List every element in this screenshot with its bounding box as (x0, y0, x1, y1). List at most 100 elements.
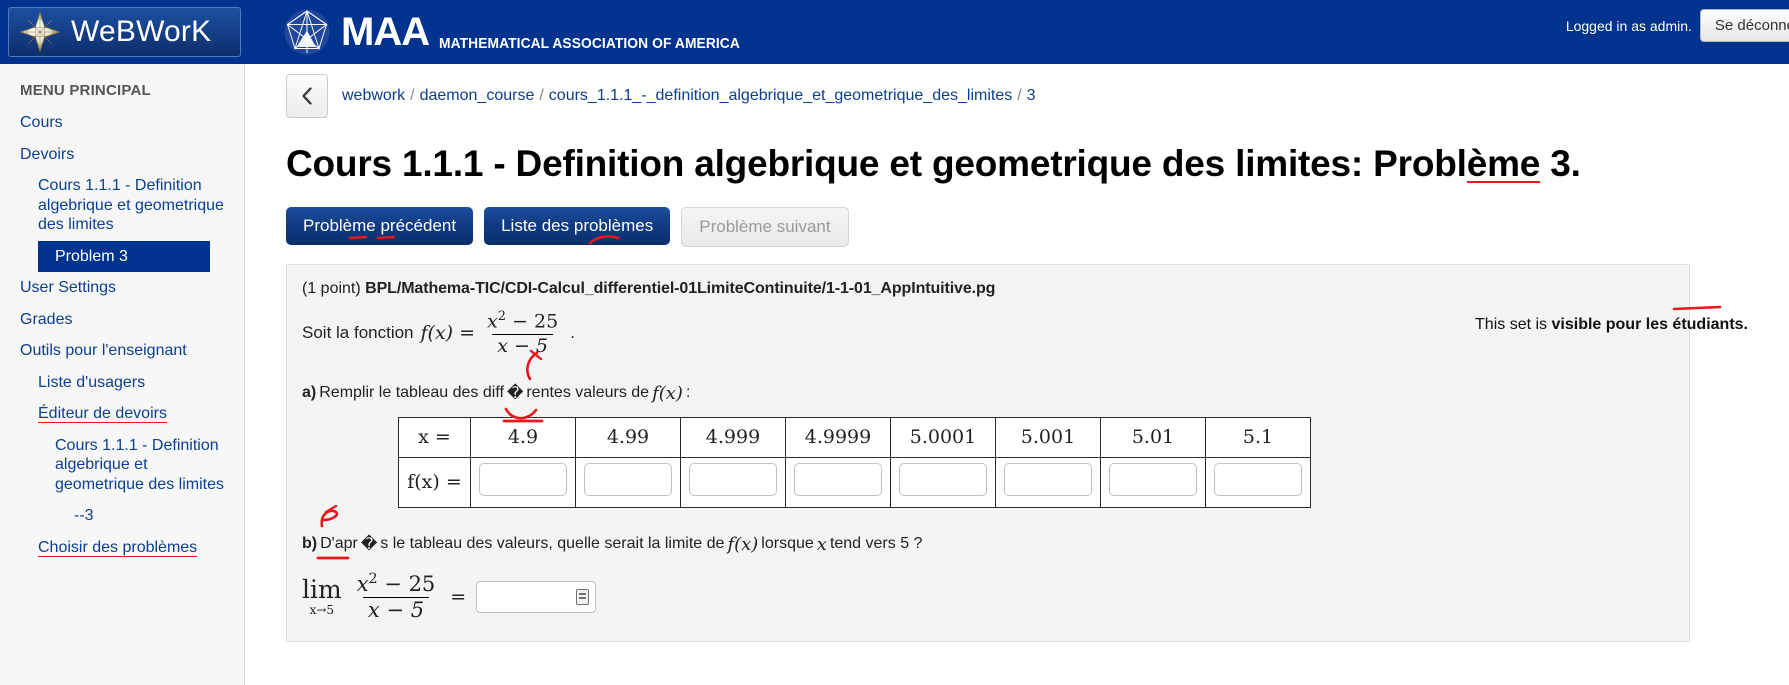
breadcrumb-item-3[interactable]: 3 (1027, 87, 1036, 104)
part-b-math: f(x) (727, 533, 759, 555)
sidebar-item-2[interactable]: Cours 1.1.1 - Definition algebrique et g… (0, 170, 244, 241)
handwritten-accent-b-icon (320, 504, 339, 528)
sidebar: MENU PRINCIPAL Cours Devoirs Cours 1.1.1 -… (0, 64, 245, 685)
fx-input-cell (1205, 456, 1311, 508)
limit-fraction: x2 − 25 x − 5 (352, 571, 441, 623)
part-a-text-after: rentes valeurs de (526, 384, 650, 402)
x-value-cell: 4.999 (680, 416, 786, 458)
fx-answer-input-2[interactable] (689, 463, 777, 497)
fx-answer-input-3[interactable] (794, 463, 882, 497)
sidebar-item-label: Éditeur de devoirs (38, 405, 167, 424)
webwork-star-icon (19, 11, 61, 53)
page-title: Cours 1.1.1 - Definition algebrique et g… (286, 143, 1789, 185)
fx-answer-input-7[interactable] (1214, 463, 1302, 497)
part-b-text-after: s le tableau des valeurs, quelle serait … (380, 535, 725, 553)
problem-list-button[interactable]: Liste des problèmes (484, 207, 671, 245)
part-b-label: b) (302, 535, 318, 553)
webwork-logo[interactable]: WeBWorK (8, 7, 241, 57)
limit-answer-line: lim x→5 x2 − 25 x − 5 = (302, 571, 1689, 623)
part-a-math: f(x) (652, 382, 683, 404)
sidebar-item-10[interactable]: --3 (0, 500, 244, 532)
part-a-label: a) (302, 384, 317, 402)
part-b-math2: x (816, 533, 827, 555)
sidebar-item-label: Cours (20, 114, 63, 131)
page-title-spellmark: ème (1466, 143, 1541, 184)
fx-answer-input-0[interactable] (479, 463, 567, 497)
sidebar-item-5[interactable]: Grades (0, 304, 244, 336)
problem-source-line: (1 point) BPL/Mathema-TIC/CDI-Calcul_dif… (302, 280, 1689, 298)
function-intro-text: Soit la fonction (302, 323, 414, 343)
previous-problem-button[interactable]: Problème précédent (286, 207, 474, 245)
top-bar: WeBWorK MAA MATHEMATICAL ASSOCIATION OF … (0, 0, 1789, 64)
num-rest: − 25 (506, 310, 559, 333)
limit-num-variable: x (356, 571, 369, 596)
breadcrumb: webwork / daemon_course / cours_1.1.1_-_defi… (342, 87, 1036, 105)
back-button[interactable] (286, 74, 328, 118)
sidebar-item-1[interactable]: Devoirs (0, 139, 244, 171)
next-problem-button: Problème suivant (681, 207, 849, 247)
breadcrumb-bar: webwork / daemon_course / cours_1.1.1_-_defi… (245, 64, 1789, 118)
problem-source-file: BPL/Mathema-TIC/CDI-Calcul_differentiel-… (365, 280, 996, 297)
fx-input-cell (890, 456, 996, 508)
sidebar-item-label: Problem 3 (55, 247, 128, 265)
limit-subscript: x→5 (309, 603, 335, 618)
limit-answer-input[interactable] (476, 580, 597, 613)
table-row-x: x = 4.9 4.99 4.999 4.9999 5.0001 5.001 5.01 5.1 (398, 416, 1311, 458)
fx-input-cell (470, 456, 576, 508)
maa-subtitle: MATHEMATICAL ASSOCIATION OF AMERICA (439, 35, 741, 52)
fx-answer-input-6[interactable] (1109, 463, 1197, 497)
fx-answer-input-1[interactable] (584, 463, 672, 497)
chevron-left-icon (302, 87, 312, 105)
part-b-question: b) D'apr � s le tableau des valeurs, quell… (302, 504, 1689, 560)
x-value-cell: 5.0001 (890, 416, 996, 458)
problem-nav-toolbar: Problème précédent Liste des problèmes P… (286, 207, 1789, 247)
fx-answer-input-4[interactable] (899, 463, 987, 497)
fx-input-cell (1100, 456, 1206, 508)
x-value-cell: 4.9999 (785, 416, 891, 458)
den-text: x − 5 (497, 334, 549, 357)
fraction-denominator: x − 5 (492, 333, 554, 357)
sidebar-item-4[interactable]: User Settings (0, 272, 244, 304)
maa-letters: MAA (341, 10, 430, 54)
breadcrumb-item-2[interactable]: cours_1.1.1_-_definition_algebrique_et_g… (549, 87, 1012, 104)
part-b-text-end: tend vers 5 ? (829, 535, 923, 553)
sidebar-item-7[interactable]: Liste d'usagers (0, 367, 244, 399)
sidebar-item-11[interactable]: Choisir des problèmes (0, 532, 244, 564)
fx-input-cell (575, 456, 681, 508)
breadcrumb-separator: / (1017, 87, 1022, 104)
sidebar-item-0[interactable]: Cours (0, 107, 244, 139)
num-variable: x (487, 310, 498, 333)
limit-num-exponent: 2 (368, 570, 378, 587)
fraction-numerator: x2 − 25 (482, 309, 563, 334)
spellmark-problemes-icon (588, 235, 620, 245)
fx-input-cell (680, 456, 786, 508)
x-value-cell: 4.9 (470, 416, 576, 458)
x-value-cell: 5.1 (1205, 416, 1311, 458)
limit-word: lim (302, 575, 342, 605)
sidebar-item-6[interactable]: Outils pour l'enseignant (0, 335, 244, 367)
limit-operator: lim x→5 (302, 577, 342, 616)
sidebar-item-9[interactable]: Cours 1.1.1 - Definition algebrique et g… (0, 430, 244, 501)
part-b-bad-char: � (360, 536, 378, 554)
math-keyboard-icon[interactable] (576, 588, 590, 605)
sidebar-nav: Cours Devoirs Cours 1.1.1 - Definition alg… (0, 107, 244, 563)
limit-num-rest: − 25 (377, 571, 436, 596)
problem-list-label: Liste des problèmes (501, 216, 654, 235)
sidebar-item-label: Liste d'usagers (38, 373, 146, 391)
problem-points: (1 point) (302, 280, 361, 297)
maa-icosahedron-icon (284, 9, 330, 55)
sidebar-item-3[interactable]: Problem 3 (38, 240, 210, 273)
sidebar-item-label: --3 (74, 507, 94, 525)
sidebar-item-8[interactable]: Éditeur de devoirs (0, 398, 244, 430)
maa-logo[interactable]: MAA MATHEMATICAL ASSOCIATION OF AMERICA (283, 8, 766, 56)
previous-problem-label: Problème précédent (303, 216, 457, 235)
part-a-text-before: Remplir le tableau des diff (319, 384, 504, 402)
breadcrumb-item-0[interactable]: webwork (342, 87, 405, 104)
logout-button[interactable]: Se déconnecter (1699, 9, 1789, 42)
status-prefix: This set is (1475, 316, 1552, 333)
breadcrumb-item-1[interactable]: daemon_course (420, 87, 535, 104)
table-row-fx: f(x) = (398, 456, 1311, 508)
fx-answer-input-5[interactable] (1004, 463, 1092, 497)
x-value-cell: 5.01 (1100, 416, 1206, 458)
part-a-question: a) Remplir le tableau des diff � rentes va… (302, 349, 1689, 423)
